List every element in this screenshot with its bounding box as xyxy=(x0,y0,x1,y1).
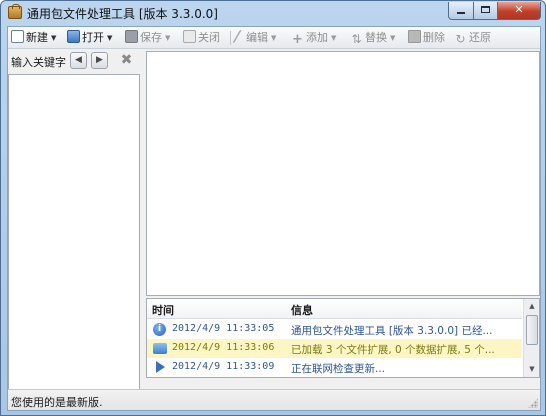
log-column-info[interactable]: 信息 xyxy=(291,302,313,318)
arrow-right-icon: ▶ xyxy=(96,55,103,65)
scroll-down-icon[interactable]: ▼ xyxy=(525,363,539,376)
status-bar: 您使用的是最新版. xyxy=(8,389,540,410)
close-window-button[interactable]: ✕ xyxy=(497,2,541,20)
edit-button[interactable]: 编辑 ▼ xyxy=(232,29,276,47)
replace-label: 替换 xyxy=(365,31,387,44)
replace-icon: ⇅ xyxy=(351,32,362,46)
toolbar-separator xyxy=(230,31,231,45)
log-message: 通用包文件处理工具 [版本 3.3.0.0] 已经... xyxy=(291,325,493,337)
delete-icon xyxy=(408,30,421,43)
open-dropdown-arrow-icon[interactable]: ▼ xyxy=(107,29,112,47)
file-tree[interactable] xyxy=(8,74,140,396)
arrow-left-icon: ◀ xyxy=(75,55,82,65)
clear-x-icon: ✖ xyxy=(120,52,133,68)
log-panel: 时间 信息 i 2012/4/9 11:33:05 通用包文件处理工具 [版本 … xyxy=(146,298,540,378)
maximize-button[interactable] xyxy=(473,2,498,20)
search-prev-button[interactable]: ◀ xyxy=(70,52,87,69)
play-icon xyxy=(156,361,165,373)
add-icon: + xyxy=(292,32,303,47)
save-dropdown-arrow-icon[interactable]: ▼ xyxy=(165,29,170,47)
save-label: 保存 xyxy=(140,31,162,44)
log-time: 2012/4/9 11:33:06 xyxy=(172,342,275,353)
log-row[interactable]: 2012/4/9 11:33:06 已加载 3 个文件扩展, 0 个数据扩展, … xyxy=(147,339,522,358)
app-window: 通用包文件处理工具 [版本 3.3.0.0] ✕ 新建 ▼ 打开 ▼ 保存 ▼ 关闭 … xyxy=(0,0,546,416)
log-time: 2012/4/9 11:33:09 xyxy=(172,361,275,372)
log-message: 正在联网检查更新... xyxy=(291,363,386,375)
add-label: 添加 xyxy=(306,31,328,44)
content-panel[interactable] xyxy=(146,51,540,296)
delete-label: 删除 xyxy=(423,31,445,44)
search-label: 输入关键字 xyxy=(11,56,66,69)
add-dropdown-arrow-icon[interactable]: ▼ xyxy=(331,29,336,47)
add-button[interactable]: + 添加 ▼ xyxy=(291,29,336,47)
replace-button[interactable]: ⇅ 替换 ▼ xyxy=(350,29,395,47)
delete-button[interactable]: 删除 xyxy=(408,29,445,47)
new-label: 新建 xyxy=(26,31,48,44)
log-header: 时间 信息 xyxy=(147,299,522,319)
info-icon: i xyxy=(153,323,166,336)
status-text: 您使用的是最新版. xyxy=(11,396,103,409)
save-button[interactable]: 保存 ▼ xyxy=(125,29,170,47)
close-icon: ✕ xyxy=(514,3,524,16)
log-row[interactable]: i 2012/4/9 11:33:05 通用包文件处理工具 [版本 3.3.0.… xyxy=(147,320,522,339)
left-pane: 输入关键字 ◀ ▶ ✖ xyxy=(8,50,142,396)
edit-dropdown-arrow-icon[interactable]: ▼ xyxy=(271,29,276,47)
log-scrollbar[interactable]: ▲ ▼ xyxy=(523,299,539,377)
restore-button[interactable]: ↻ 还原 xyxy=(454,29,491,47)
save-icon xyxy=(125,30,138,43)
log-time: 2012/4/9 11:33:05 xyxy=(172,323,275,334)
replace-dropdown-arrow-icon[interactable]: ▼ xyxy=(390,29,395,47)
app-package-icon xyxy=(8,4,22,19)
close-file-label: 关闭 xyxy=(198,31,220,44)
title-bar: 通用包文件处理工具 [版本 3.3.0.0] ✕ xyxy=(1,1,545,25)
restore-icon: ↻ xyxy=(455,32,466,46)
maximize-icon xyxy=(481,6,490,13)
minimize-button[interactable] xyxy=(448,2,474,20)
edit-label: 编辑 xyxy=(246,31,268,44)
new-dropdown-arrow-icon[interactable]: ▼ xyxy=(51,29,56,47)
log-message: 已加载 3 个文件扩展, 0 个数据扩展, 5 个... xyxy=(291,344,495,356)
log-row[interactable]: 2012/4/9 11:33:09 正在联网检查更新... xyxy=(147,358,522,377)
log-column-time[interactable]: 时间 xyxy=(152,302,174,318)
open-folder-icon xyxy=(67,30,80,43)
restore-label: 还原 xyxy=(469,31,491,44)
message-icon xyxy=(153,343,167,354)
search-row: 输入关键字 ◀ ▶ ✖ xyxy=(8,50,142,72)
close-file-icon xyxy=(183,30,196,43)
scrollbar-thumb[interactable] xyxy=(526,315,538,345)
close-file-button[interactable]: 关闭 xyxy=(183,29,220,47)
new-button[interactable]: 新建 ▼ xyxy=(11,29,56,47)
open-button[interactable]: 打开 ▼ xyxy=(67,29,112,47)
scroll-up-icon[interactable]: ▲ xyxy=(525,300,539,313)
resize-grip-icon[interactable] xyxy=(528,398,538,408)
search-clear-button[interactable]: ✖ xyxy=(118,52,135,69)
toolbar: 新建▼ 打开▼ 保存▼ 关闭 编辑▼ +添加▼ ⇅替换▼ 删除 xyxy=(8,27,540,49)
search-next-button[interactable]: ▶ xyxy=(91,52,108,69)
new-file-icon xyxy=(11,30,24,43)
window-title: 通用包文件处理工具 [版本 3.3.0.0] xyxy=(27,7,218,21)
client-area: 新建▼ 打开▼ 保存▼ 关闭 编辑▼ +添加▼ ⇅替换▼ 删除 xyxy=(7,26,541,411)
minimize-icon xyxy=(457,12,465,14)
open-label: 打开 xyxy=(82,31,104,44)
